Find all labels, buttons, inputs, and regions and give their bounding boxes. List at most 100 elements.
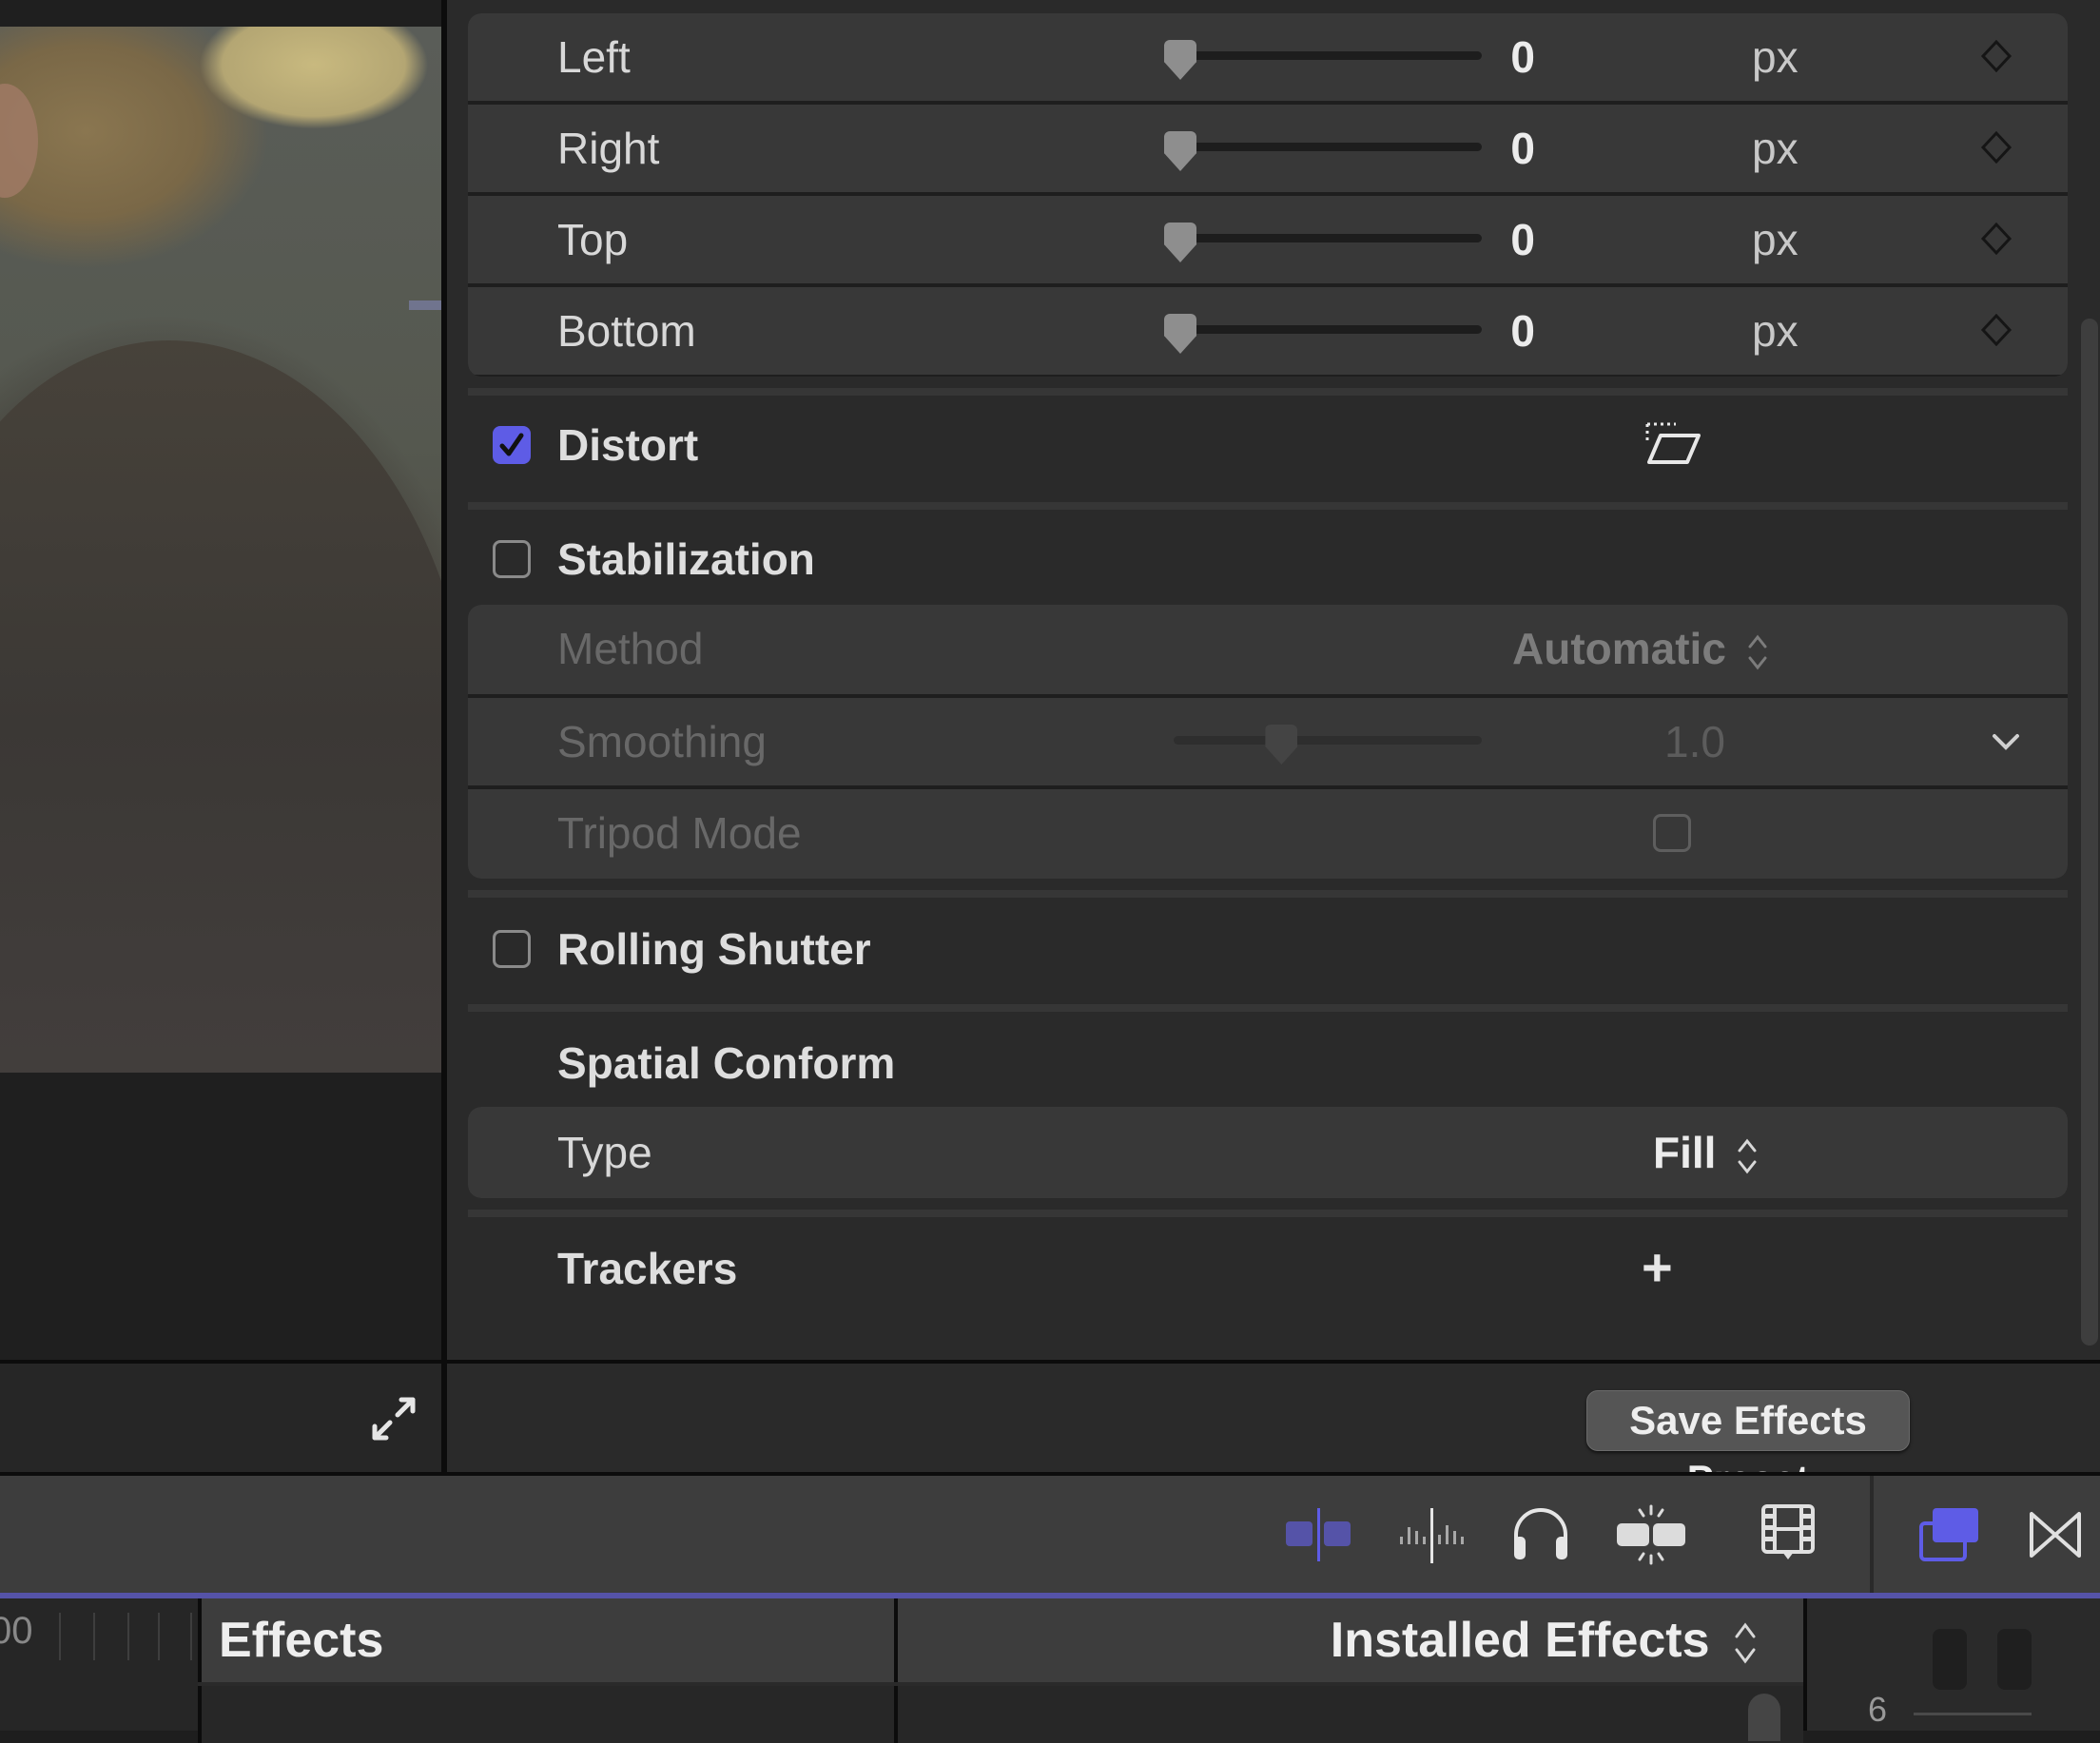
smoothing-label: Smoothing bbox=[557, 717, 767, 766]
up-down-chevron-icon bbox=[1735, 1622, 1756, 1664]
video-background-detail bbox=[409, 300, 441, 310]
tripod-mode-checkbox[interactable] bbox=[1653, 814, 1691, 852]
fullscreen-expand-button[interactable] bbox=[365, 1390, 422, 1447]
rolling-shutter-checkbox[interactable] bbox=[493, 930, 531, 968]
crop-top-unit: px bbox=[1752, 215, 1799, 264]
crop-left-value[interactable]: 0 bbox=[1510, 13, 1535, 101]
smoothing-slider[interactable] bbox=[1174, 725, 1482, 765]
effects-thumbnail-grid[interactable] bbox=[894, 1686, 1803, 1743]
effects-list-scrollbar[interactable] bbox=[1748, 1694, 1780, 1741]
inspector-scrollbar[interactable] bbox=[2081, 319, 2098, 1346]
distort-label: Distort bbox=[557, 420, 699, 470]
headphones-icon bbox=[1514, 1508, 1567, 1559]
distort-section-header: Distort bbox=[447, 401, 2100, 489]
stabilization-parameters-group: Method Automatic Smoothing 1.0 Tripod Mo… bbox=[468, 605, 2068, 879]
keyframe-diamond-icon[interactable] bbox=[1980, 223, 2012, 255]
smoothing-slider-thumb[interactable] bbox=[1265, 725, 1298, 765]
method-popup[interactable]: Automatic bbox=[1512, 605, 1769, 692]
crop-bottom-slider-thumb[interactable] bbox=[1164, 314, 1196, 354]
solo-button[interactable] bbox=[1503, 1497, 1579, 1573]
stabilization-checkbox[interactable] bbox=[493, 540, 531, 578]
effects-category-list[interactable] bbox=[198, 1686, 894, 1743]
spatial-conform-section-header: Spatial Conform bbox=[447, 1019, 2100, 1107]
add-tracker-button[interactable]: + bbox=[1642, 1225, 1673, 1310]
crop-bottom-label: Bottom bbox=[557, 306, 696, 356]
audio-skimming-button[interactable] bbox=[1394, 1497, 1470, 1573]
up-down-chevron-icon bbox=[1738, 1138, 1757, 1174]
timeline-toolbar bbox=[0, 1472, 2100, 1593]
toolbar-divider bbox=[1870, 1476, 1874, 1593]
rolling-shutter-label: Rolling Shutter bbox=[557, 924, 871, 974]
ruler-tick bbox=[158, 1613, 160, 1660]
crop-left-slider[interactable] bbox=[1164, 40, 1482, 80]
clip-appearance-button[interactable] bbox=[1750, 1497, 1826, 1573]
snapping-button[interactable] bbox=[1613, 1497, 1689, 1573]
crop-left-slider-thumb[interactable] bbox=[1164, 40, 1196, 80]
tripod-mode-label: Tripod Mode bbox=[557, 808, 802, 858]
viewer-panel bbox=[0, 0, 441, 1360]
method-label: Method bbox=[557, 624, 704, 673]
crop-bottom-value[interactable]: 0 bbox=[1510, 287, 1535, 375]
crop-right-value[interactable]: 0 bbox=[1510, 105, 1535, 192]
video-frame[interactable] bbox=[0, 27, 441, 1073]
crop-top-slider[interactable] bbox=[1164, 223, 1482, 262]
transitions-bowtie-icon bbox=[2030, 1512, 2081, 1558]
timeline-ruler[interactable]: 00 bbox=[0, 1598, 198, 1731]
type-value: Fill bbox=[1653, 1128, 1717, 1177]
transitions-browser-button[interactable] bbox=[2018, 1497, 2094, 1573]
viewer-footer bbox=[0, 1360, 441, 1472]
smoothing-value[interactable]: 1.0 bbox=[1664, 698, 1725, 785]
crop-bottom-slider[interactable] bbox=[1164, 314, 1482, 354]
crop-top-label: Top bbox=[557, 215, 629, 264]
clip-skimming-button[interactable] bbox=[1282, 1497, 1358, 1573]
installed-effects-popup[interactable]: Installed Effects bbox=[1331, 1598, 1758, 1682]
keyframe-diamond-icon[interactable] bbox=[1980, 314, 2012, 346]
distort-parallelogram-icon bbox=[1645, 422, 1701, 464]
expand-diagonal-arrows-icon bbox=[372, 1397, 416, 1441]
ruler-tick bbox=[59, 1613, 61, 1660]
method-row: Method Automatic bbox=[468, 605, 2068, 694]
distort-checkbox[interactable] bbox=[493, 426, 531, 464]
effects-category-header: Effects bbox=[198, 1598, 894, 1682]
spatial-conform-parameters-group: Type Fill bbox=[468, 1107, 2068, 1198]
crop-right-slider[interactable] bbox=[1164, 131, 1482, 171]
crop-bottom-unit: px bbox=[1752, 306, 1799, 356]
stabilization-label: Stabilization bbox=[557, 534, 815, 584]
keyframe-diamond-icon[interactable] bbox=[1980, 131, 2012, 164]
chevron-down-icon[interactable] bbox=[1990, 730, 2022, 753]
crop-top-row: Top 0 px bbox=[468, 196, 2068, 283]
crop-top-slider-thumb[interactable] bbox=[1164, 223, 1196, 262]
ruler-tick bbox=[127, 1613, 129, 1660]
distort-onscreen-control-button[interactable] bbox=[1643, 420, 1704, 468]
crop-left-unit: px bbox=[1752, 32, 1799, 82]
snapping-icon bbox=[1617, 1504, 1685, 1565]
section-divider bbox=[468, 1004, 2068, 1012]
audio-meter-scale-line bbox=[1914, 1713, 2032, 1715]
type-label: Type bbox=[557, 1128, 652, 1177]
stabilization-section-header: Stabilization bbox=[447, 515, 2100, 603]
crop-parameters-group: Left 0 px Right 0 px Top 0 px Bottom 0 px bbox=[468, 13, 2068, 377]
crop-left-label: Left bbox=[557, 32, 631, 82]
rolling-shutter-section-header: Rolling Shutter bbox=[447, 905, 2100, 993]
installed-effects-header: Installed Effects bbox=[894, 1598, 1803, 1682]
clip-skimming-icon bbox=[1286, 1508, 1351, 1561]
section-divider bbox=[468, 1210, 2068, 1217]
audio-waveform-icon bbox=[1400, 1508, 1464, 1563]
crop-right-label: Right bbox=[557, 124, 660, 173]
audio-meter-right bbox=[1997, 1629, 2032, 1690]
crop-top-value[interactable]: 0 bbox=[1510, 196, 1535, 283]
effects-browser-button[interactable] bbox=[1912, 1497, 1988, 1573]
crop-right-row: Right 0 px bbox=[468, 105, 2068, 192]
effects-browser-icon bbox=[1919, 1508, 1978, 1561]
type-popup[interactable]: Fill bbox=[1653, 1107, 1759, 1198]
section-divider bbox=[468, 388, 2068, 396]
keyframe-diamond-icon[interactable] bbox=[1980, 40, 2012, 72]
video-subject-shirt bbox=[0, 340, 441, 1073]
audio-meter-left bbox=[1933, 1629, 1967, 1690]
crop-right-slider-thumb[interactable] bbox=[1164, 131, 1196, 171]
audio-meters: 6 bbox=[1803, 1598, 2100, 1731]
crop-left-row: Left 0 px bbox=[468, 13, 2068, 101]
trackers-label: Trackers bbox=[557, 1244, 738, 1293]
save-effects-preset-button[interactable]: Save Effects Preset bbox=[1586, 1390, 1910, 1501]
section-divider bbox=[468, 890, 2068, 898]
